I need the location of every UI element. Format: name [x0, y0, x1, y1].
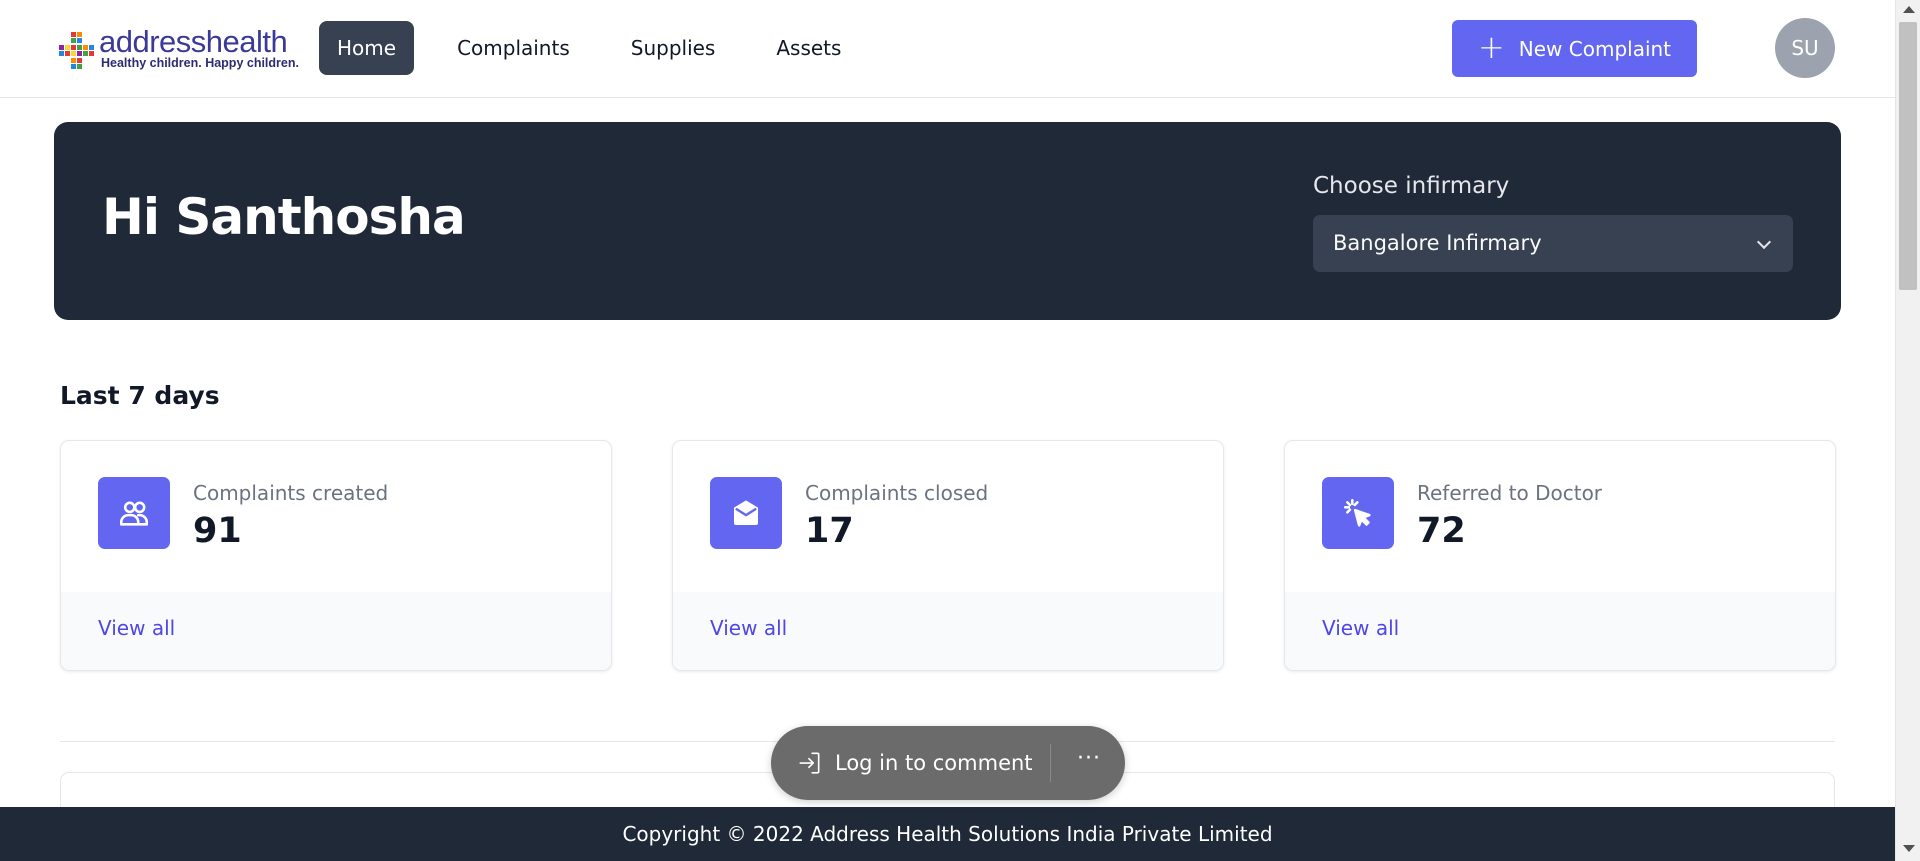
logo-tagline: Healthy children. Happy children. [101, 56, 299, 70]
logo-wordmark: addresshealth [99, 24, 288, 59]
stat-card-referred-to-doctor: Referred to Doctor 72 View all [1284, 440, 1836, 671]
scroll-up-arrow-icon[interactable] [1903, 6, 1915, 13]
more-options-button[interactable]: ··· [1071, 726, 1107, 800]
stat-card-complaints-created: Complaints created 91 View all [60, 440, 612, 671]
envelope-open-icon [710, 477, 782, 549]
card-footer: View all [61, 592, 611, 670]
greeting-heading: Hi Santhosha [102, 188, 466, 246]
top-navbar: addresshealth Healthy children. Happy ch… [0, 0, 1895, 98]
page-scrollbar[interactable] [1895, 0, 1920, 861]
scroll-down-arrow-icon[interactable] [1903, 845, 1915, 852]
login-to-comment-label: Log in to comment [835, 751, 1033, 775]
stat-value: 72 [1417, 511, 1466, 551]
stats-section-title: Last 7 days [60, 381, 220, 410]
stat-value: 17 [805, 511, 854, 551]
infirmary-selected-value: Bangalore Infirmary [1333, 231, 1542, 255]
new-complaint-button[interactable]: + New Complaint [1452, 20, 1697, 77]
nav-home[interactable]: Home [319, 21, 415, 75]
view-all-link[interactable]: View all [98, 616, 175, 640]
cursor-click-icon [1322, 477, 1394, 549]
main-nav: Home Complaints Supplies Assets [319, 21, 884, 75]
chevron-down-icon [1756, 234, 1772, 250]
new-complaint-label: New Complaint [1518, 36, 1672, 61]
view-all-link[interactable]: View all [1322, 616, 1399, 640]
logo-cross-icon [59, 32, 94, 69]
nav-assets[interactable]: Assets [758, 21, 859, 75]
view-all-link[interactable]: View all [710, 616, 787, 640]
stat-label: Complaints created [193, 481, 389, 505]
scrollbar-thumb[interactable] [1899, 22, 1917, 290]
stat-label: Complaints closed [805, 481, 989, 505]
infirmary-select[interactable]: Bangalore Infirmary [1313, 215, 1793, 272]
nav-supplies[interactable]: Supplies [613, 21, 734, 75]
stat-value: 91 [193, 511, 242, 551]
nav-complaints[interactable]: Complaints [439, 21, 588, 75]
user-avatar[interactable]: SU [1775, 18, 1835, 78]
sign-in-icon [799, 752, 820, 774]
card-footer: View all [673, 592, 1223, 670]
card-footer: View all [1285, 592, 1835, 670]
pill-separator [1050, 744, 1051, 782]
infirmary-select-label: Choose infirmary [1313, 173, 1510, 199]
login-to-comment-button[interactable]: Log in to comment [797, 726, 1033, 800]
users-icon [98, 477, 170, 549]
stat-label: Referred to Doctor [1417, 481, 1603, 505]
page-footer: Copyright © 2022 Address Health Solution… [0, 807, 1895, 861]
welcome-banner: Hi Santhosha Choose infirmary Bangalore … [54, 122, 1841, 320]
addresshealth-logo[interactable]: addresshealth Healthy children. Happy ch… [55, 26, 299, 72]
plus-icon: + [1477, 28, 1505, 66]
stat-card-complaints-closed: Complaints closed 17 View all [672, 440, 1224, 671]
comment-pill: Log in to comment ··· [771, 726, 1125, 800]
